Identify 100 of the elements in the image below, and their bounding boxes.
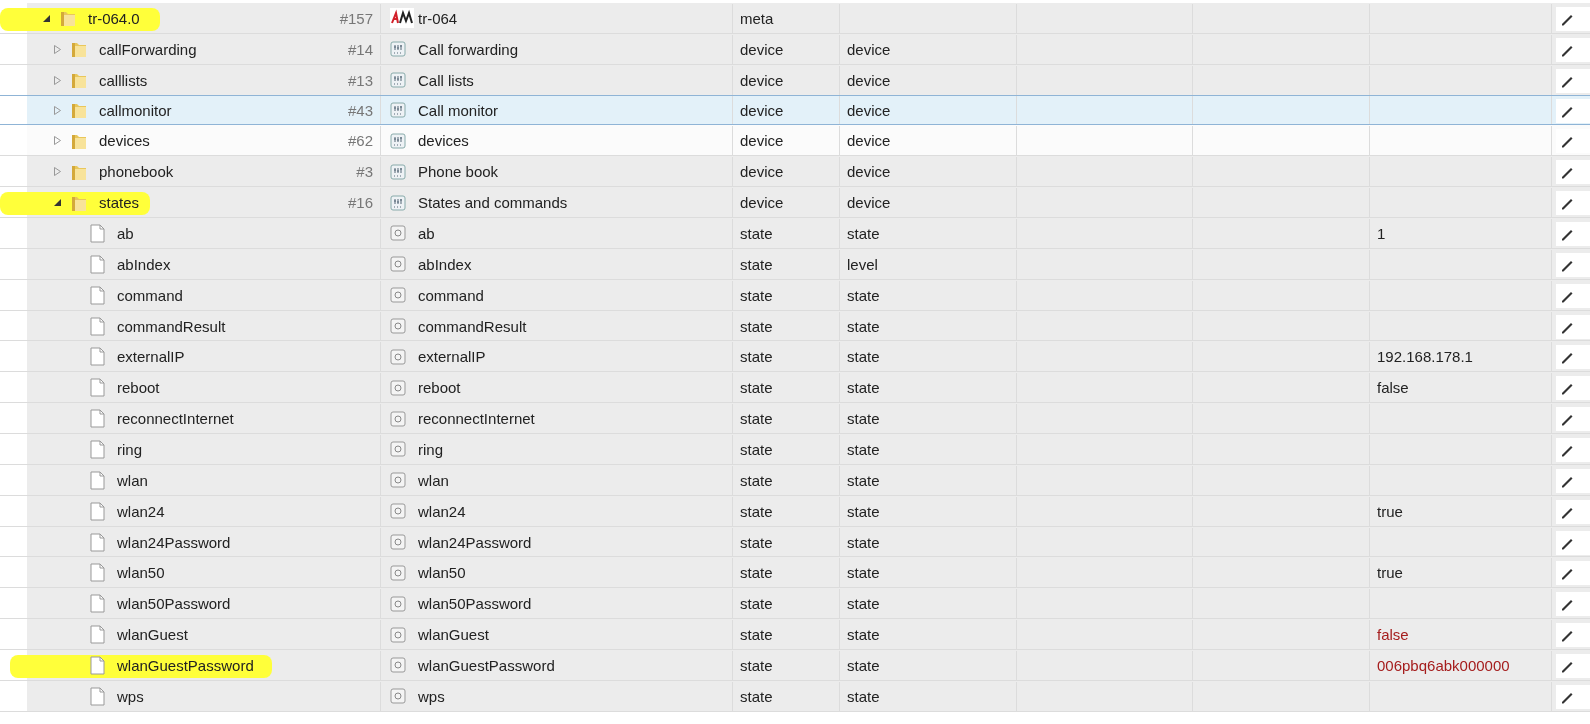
edit-button[interactable] [1556,684,1590,709]
object-title: commandResult [418,317,527,335]
state-icon [390,688,406,705]
state-icon [390,657,406,674]
edit-button[interactable] [1556,654,1590,679]
object-value: false [1377,626,1409,644]
object-type: device [740,194,784,212]
table-row[interactable]: devices #62 devices device device [0,125,1590,157]
edit-button[interactable] [1556,68,1590,93]
state-icon [390,348,406,365]
object-name: phonebook [99,163,174,181]
edit-button[interactable] [1556,7,1590,31]
object-name: wlanGuest [117,626,188,644]
state-icon [390,256,406,273]
object-value: 006pbq6abk000000 [1377,656,1510,674]
edit-button[interactable] [1556,283,1590,308]
object-type: device [740,71,784,89]
state-icon [390,379,406,396]
expanded-triangle-icon[interactable] [42,13,51,23]
edit-button[interactable] [1556,468,1590,493]
file-icon [90,254,105,274]
folder-icon [71,101,87,119]
object-type: device [740,101,784,119]
object-type: meta [740,9,774,27]
table-row[interactable]: abIndex abIndex state level [0,248,1590,280]
table-row[interactable]: phonebook #3 Phone book device device [0,156,1590,188]
object-type: state [740,502,773,520]
child-count: #13 [347,71,373,89]
edit-button[interactable] [1556,376,1590,401]
object-type: state [740,348,773,366]
edit-button[interactable] [1556,37,1590,62]
edit-button[interactable] [1556,314,1590,339]
edit-button[interactable] [1556,623,1590,648]
pencil-icon [1560,412,1574,427]
pencil-icon [1560,597,1574,612]
object-type: state [740,224,773,242]
table-row[interactable]: wlan24Password wlan24Password state state [0,526,1590,558]
file-icon [90,285,105,305]
object-value: true [1377,564,1403,582]
table-row[interactable]: commandResult commandResult state state [0,310,1590,342]
table-row[interactable]: ring ring state state [0,434,1590,465]
table-row[interactable]: ab ab state state 1 [0,218,1590,249]
object-role: state [847,626,880,644]
table-row[interactable]: callForwarding #14 Call forwarding device device [0,33,1590,65]
edit-button[interactable] [1556,592,1590,617]
object-title: devices [418,132,469,150]
table-row[interactable]: wlan50Password wlan50Password state state [0,588,1590,620]
table-row[interactable]: wps wps state state [0,680,1590,712]
object-title: Call monitor [418,101,499,119]
object-title: wps [418,687,445,705]
device-icon [390,194,406,211]
table-row[interactable]: callmonitor #43 Call monitor device device [0,94,1590,126]
edit-button[interactable] [1556,530,1590,555]
table-row[interactable]: wlan wlan state state [0,464,1590,496]
table-row[interactable]: wlan24 wlan24 state state true [0,495,1590,527]
object-type: state [740,317,773,335]
pencil-icon [1560,134,1574,149]
table-row[interactable]: wlanGuest wlanGuest state state false [0,619,1590,651]
table-row[interactable]: wlanGuestPassword wlanGuestPassword state state 006pbq6abk000000 [0,650,1590,681]
table-row[interactable]: states #16 States and commands device device [0,187,1590,218]
table-row[interactable]: command command state state [0,279,1590,311]
edit-button[interactable] [1556,129,1590,154]
file-icon [90,470,105,490]
edit-button[interactable] [1556,160,1590,185]
edit-button[interactable] [1556,438,1590,463]
device-icon [390,72,406,89]
object-name: states [99,194,140,212]
edit-button[interactable] [1556,345,1590,370]
table-row[interactable]: externalIP externalIP state state 192.168.178.1 [0,341,1590,373]
edit-button[interactable] [1556,252,1590,277]
edit-button[interactable] [1556,561,1590,586]
table-row[interactable]: reconnectInternet reconnectInternet state state [0,403,1590,435]
file-icon [90,409,105,429]
object-title: Phone book [418,163,499,181]
edit-button[interactable] [1556,191,1590,216]
table-row[interactable]: tr-064.0 #157 tr-064 meta [0,3,1590,34]
object-role: state [847,471,880,489]
edit-button[interactable] [1556,499,1590,524]
edit-button[interactable] [1556,407,1590,432]
pencil-icon [1560,350,1574,365]
object-type: state [740,656,773,674]
file-icon [90,378,105,398]
object-name: command [117,286,183,304]
edit-button[interactable] [1556,222,1590,246]
device-icon [390,41,406,58]
edit-button[interactable] [1556,98,1590,123]
object-title: abIndex [418,255,472,273]
object-title: wlan24Password [418,533,532,551]
table-row[interactable]: wlan50 wlan50 state state true [0,557,1590,589]
logo-icon [390,8,414,29]
folder-icon [60,9,76,28]
collapsed-triangle-icon[interactable] [53,136,62,146]
child-count: #14 [347,40,373,58]
expanded-triangle-icon[interactable] [53,198,62,208]
object-value: true [1377,502,1403,520]
object-role: level [847,255,878,273]
object-title: ring [418,440,443,458]
pencil-icon [1560,12,1574,26]
child-count: #3 [356,163,373,181]
table-row[interactable]: reboot reboot state state false [0,372,1590,404]
